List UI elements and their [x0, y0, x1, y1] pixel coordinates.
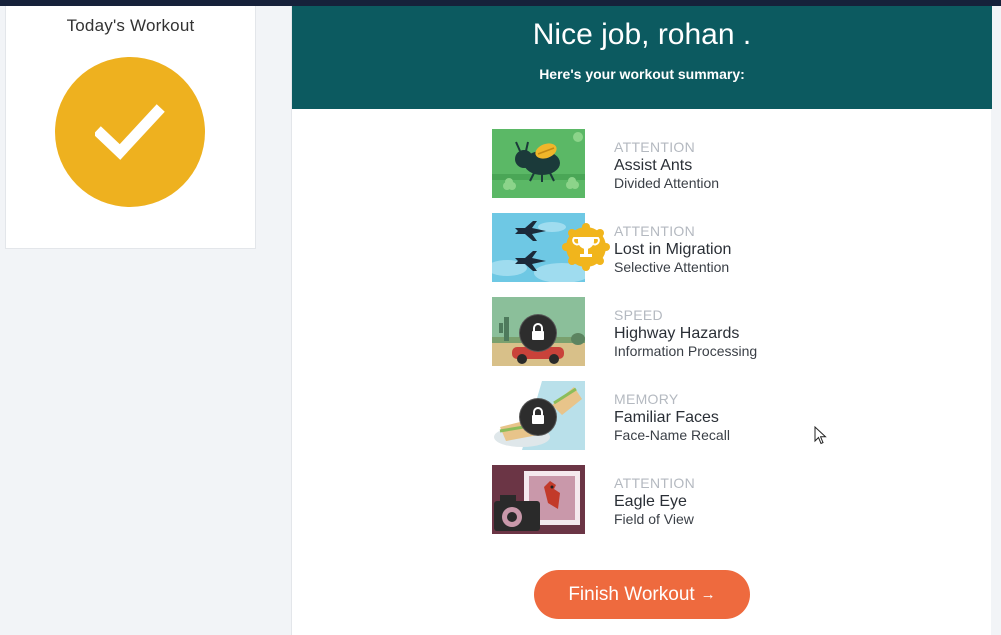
trophy-icon — [562, 223, 610, 271]
page-subtitle: Here's your workout summary: — [539, 66, 745, 82]
assist-ants-thumbnail — [492, 129, 585, 198]
game-skill: Divided Attention — [614, 175, 720, 191]
arrow-right-icon: → — [700, 586, 716, 603]
game-skill: Selective Attention — [614, 259, 730, 275]
game-list: ATTENTION Assist Ants Divided Attention — [492, 129, 892, 549]
game-category: ATTENTION — [614, 139, 695, 155]
summary-header: Nice job, rohan . Here's your workout su… — [292, 6, 992, 109]
workout-summary-panel: Nice job, rohan . Here's your workout su… — [291, 6, 992, 635]
finish-workout-button[interactable]: Finish Workout → — [534, 570, 750, 619]
familiar-faces-thumbnail — [492, 381, 585, 450]
game-skill: Field of View — [614, 511, 694, 527]
game-category: SPEED — [614, 307, 663, 323]
game-item-lost-in-migration[interactable]: ATTENTION Lost in Migration Selective At… — [492, 213, 892, 297]
finish-workout-label: Finish Workout — [568, 584, 695, 605]
game-name: Eagle Eye — [614, 493, 687, 510]
game-text: ATTENTION Assist Ants Divided Attention — [614, 138, 719, 192]
game-name: Lost in Migration — [614, 241, 732, 258]
mouse-cursor-icon — [814, 426, 827, 445]
page-title: Nice job, rohan . — [532, 18, 752, 51]
game-name: Highway Hazards — [614, 325, 740, 342]
highway-hazards-thumbnail — [492, 297, 585, 366]
workout-complete-badge — [55, 57, 205, 207]
eagle-eye-thumbnail — [492, 465, 585, 534]
game-item-eagle-eye[interactable]: ATTENTION Eagle Eye Field of View — [492, 465, 892, 549]
game-text: SPEED Highway Hazards Information Proces… — [614, 306, 757, 360]
game-text: MEMORY Familiar Faces Face-Name Recall — [614, 390, 730, 444]
game-skill: Information Processing — [614, 343, 758, 359]
game-text: ATTENTION Lost in Migration Selective At… — [614, 222, 731, 276]
checkmark-icon — [95, 104, 165, 160]
game-item-assist-ants[interactable]: ATTENTION Assist Ants Divided Attention — [492, 129, 892, 213]
game-text: ATTENTION Eagle Eye Field of View — [614, 474, 695, 528]
game-name: Familiar Faces — [614, 409, 719, 426]
lock-icon — [519, 398, 557, 436]
game-name: Assist Ants — [614, 157, 693, 174]
game-item-familiar-faces[interactable]: MEMORY Familiar Faces Face-Name Recall — [492, 381, 892, 465]
game-skill: Face-Name Recall — [614, 427, 730, 443]
game-category: ATTENTION — [614, 223, 695, 239]
todays-workout-title: Today's Workout — [66, 16, 195, 35]
game-category: ATTENTION — [614, 475, 695, 491]
lock-icon — [519, 314, 557, 352]
game-category: MEMORY — [614, 391, 679, 407]
todays-workout-card: Today's Workout — [5, 6, 256, 249]
game-item-highway-hazards[interactable]: SPEED Highway Hazards Information Proces… — [492, 297, 892, 381]
